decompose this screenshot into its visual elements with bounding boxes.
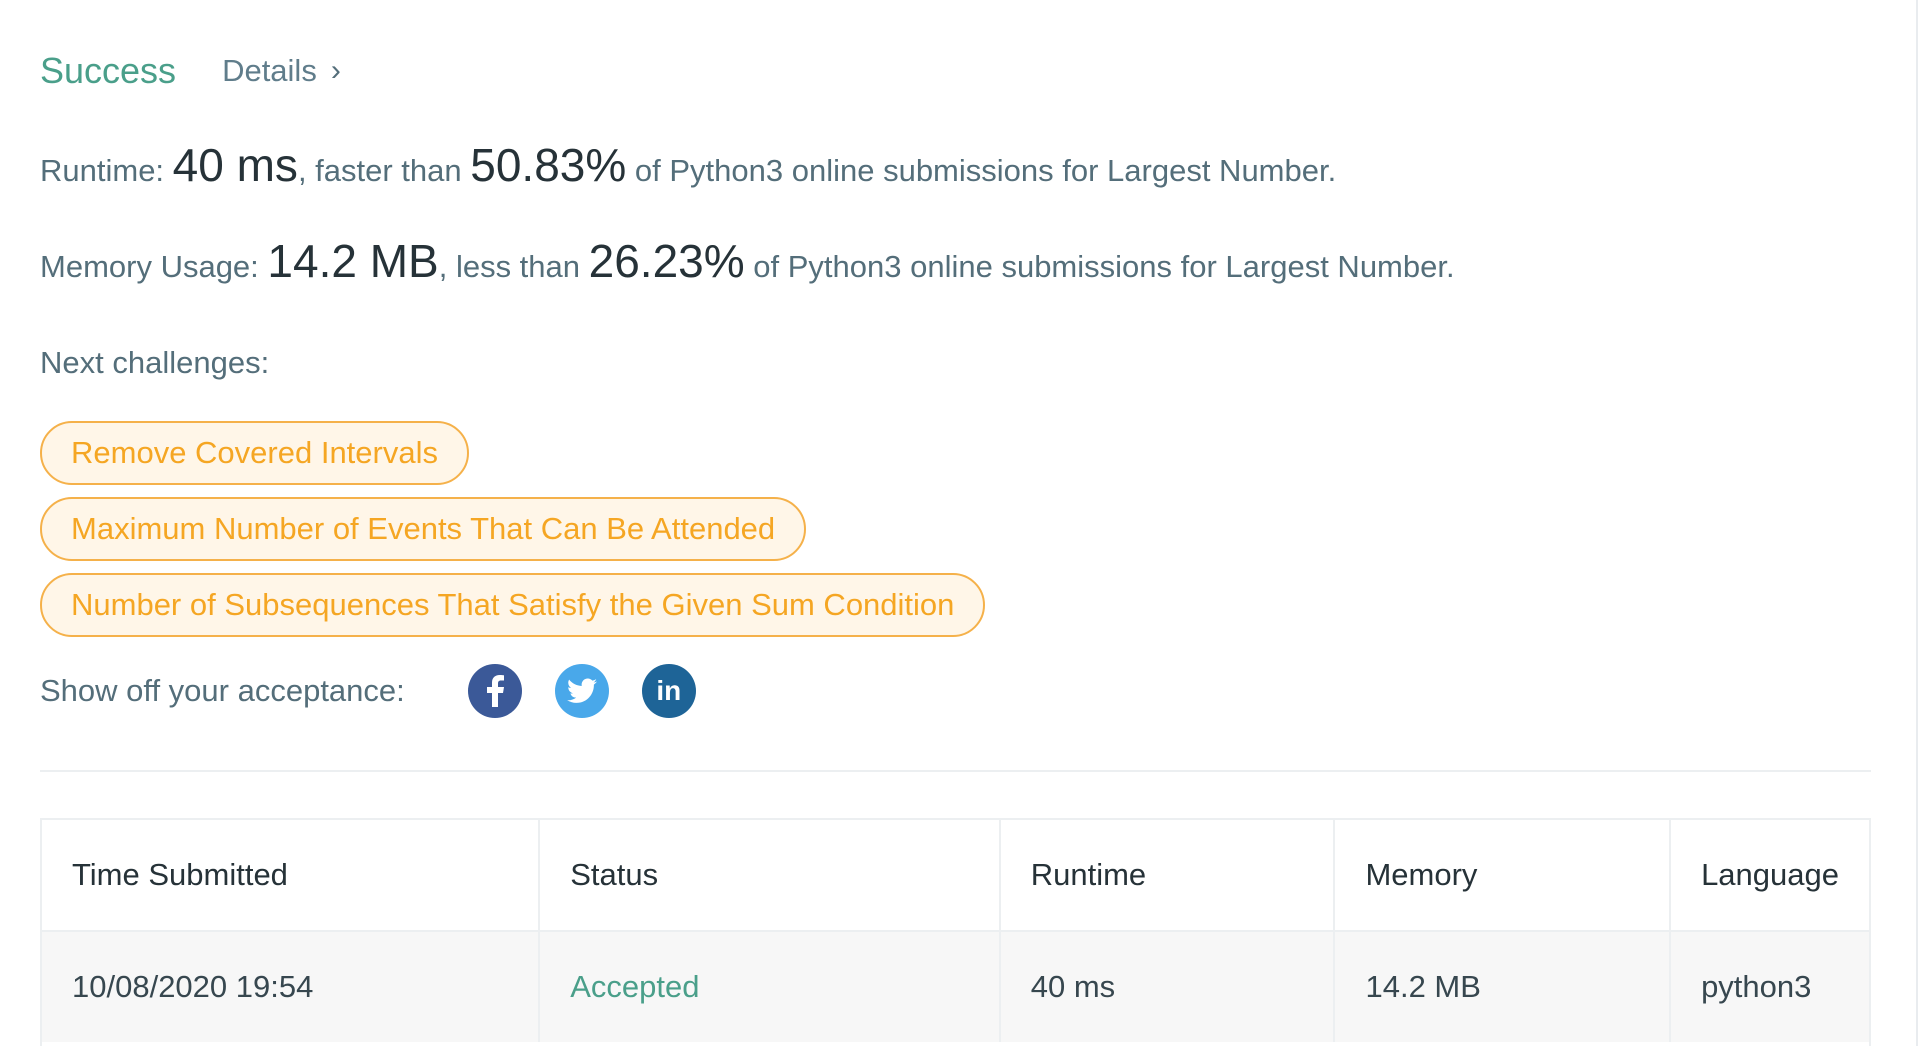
memory-suffix: of Python3 online submissions for Larges… [744, 249, 1455, 284]
next-challenges-list: Remove Covered Intervals Maximum Number … [40, 421, 986, 649]
memory-mid: , less than [438, 249, 589, 284]
submissions-table: Time Submitted Status Runtime Memory Lan… [40, 818, 1871, 1046]
runtime-value: 40 ms [172, 139, 298, 191]
challenge-link-maximum-number-of-events[interactable]: Maximum Number of Events That Can Be Att… [40, 497, 807, 561]
runtime-stat: Runtime: 40 ms, faster than 50.83% of Py… [40, 138, 1336, 192]
memory-label: Memory Usage: [40, 249, 268, 284]
runtime-label: Runtime: [40, 153, 173, 188]
details-label: Details [222, 53, 317, 88]
result-header: Success Details › [40, 50, 341, 92]
header-status: Status [539, 820, 1001, 931]
runtime-suffix: of Python3 online submissions for Larges… [626, 153, 1337, 188]
header-runtime: Runtime [999, 820, 1336, 931]
share-section: Show off your acceptance: in [40, 664, 696, 718]
cell-time-submitted: 10/08/2020 19:54 [42, 930, 541, 1042]
memory-percent: 26.23% [588, 235, 745, 287]
runtime-percent: 50.83% [470, 139, 627, 191]
linkedin-glyph: in [656, 675, 682, 706]
next-challenges-label: Next challenges: [40, 345, 270, 380]
success-status: Success [40, 50, 177, 91]
runtime-mid: , faster than [297, 153, 471, 188]
cell-memory: 14.2 MB [1334, 930, 1672, 1042]
chevron-right-icon: › [330, 54, 341, 87]
twitter-glyph [566, 678, 597, 703]
memory-stat: Memory Usage: 14.2 MB, less than 26.23% … [40, 234, 1455, 288]
cell-runtime: 40 ms [999, 930, 1336, 1042]
submission-result-page: Success Details › Runtime: 40 ms, faster… [0, 0, 1918, 1046]
facebook-glyph [486, 675, 504, 707]
challenge-link-remove-covered-intervals[interactable]: Remove Covered Intervals [40, 421, 469, 485]
header-memory: Memory [1334, 820, 1672, 931]
facebook-icon[interactable] [467, 664, 522, 718]
challenge-link-number-of-subsequences[interactable]: Number of Subsequences That Satisfy the … [40, 573, 986, 637]
details-link[interactable]: Details › [222, 53, 341, 89]
header-time-submitted: Time Submitted [42, 820, 541, 931]
linkedin-icon[interactable]: in [641, 664, 696, 718]
share-label: Show off your acceptance: [40, 673, 405, 708]
section-divider [40, 770, 1871, 772]
table-row: 10/08/2020 19:54 Accepted 40 ms 14.2 MB … [42, 930, 1869, 1042]
table-header-row: Time Submitted Status Runtime Memory Lan… [42, 820, 1869, 931]
memory-value: 14.2 MB [267, 235, 439, 287]
twitter-icon[interactable] [554, 664, 609, 718]
cell-language: python3 [1670, 930, 1869, 1042]
cell-status-link[interactable]: Accepted [539, 930, 1001, 1042]
header-language: Language [1701, 857, 1839, 892]
